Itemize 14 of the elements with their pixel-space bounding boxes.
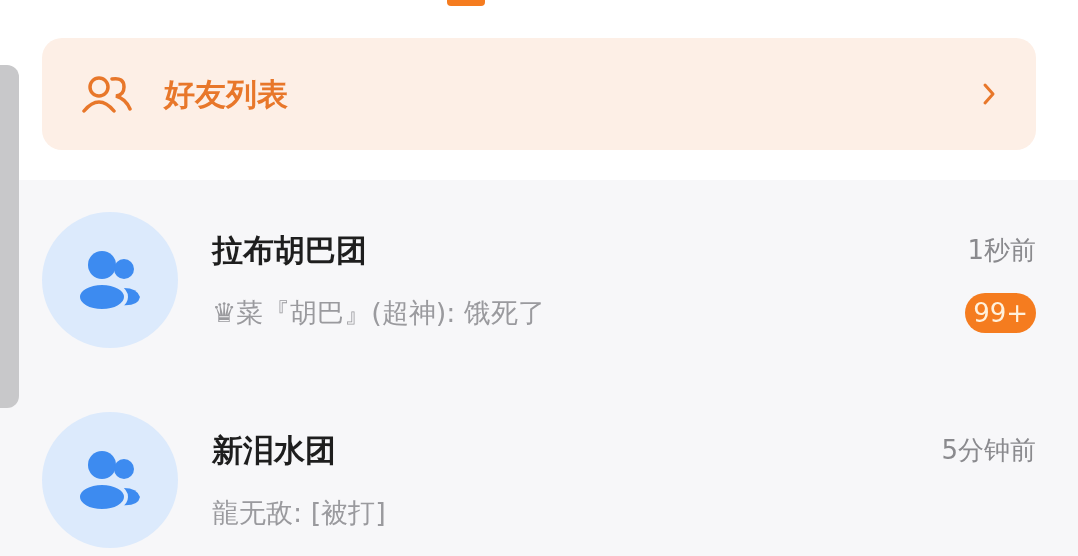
scroll-handle[interactable] — [0, 65, 19, 408]
unread-badge: 99+ — [965, 293, 1036, 334]
tab-indicator — [447, 0, 485, 6]
message-time: 5分钟前 — [941, 433, 1036, 467]
friends-icon — [82, 75, 132, 113]
group-name: 拉布胡巴团 — [212, 230, 367, 270]
group-icon — [78, 449, 142, 511]
group-name: 新泪水团 — [212, 430, 336, 470]
friend-list-button[interactable]: 好友列表 — [42, 38, 1036, 150]
group-icon — [78, 249, 142, 311]
last-message: 龍无敌: [被打] — [212, 496, 386, 530]
last-message: ♛菜『胡巴』(超神): 饿死了 — [212, 296, 545, 330]
chevron-right-icon — [982, 82, 996, 106]
message-time: 1秒前 — [967, 233, 1036, 267]
